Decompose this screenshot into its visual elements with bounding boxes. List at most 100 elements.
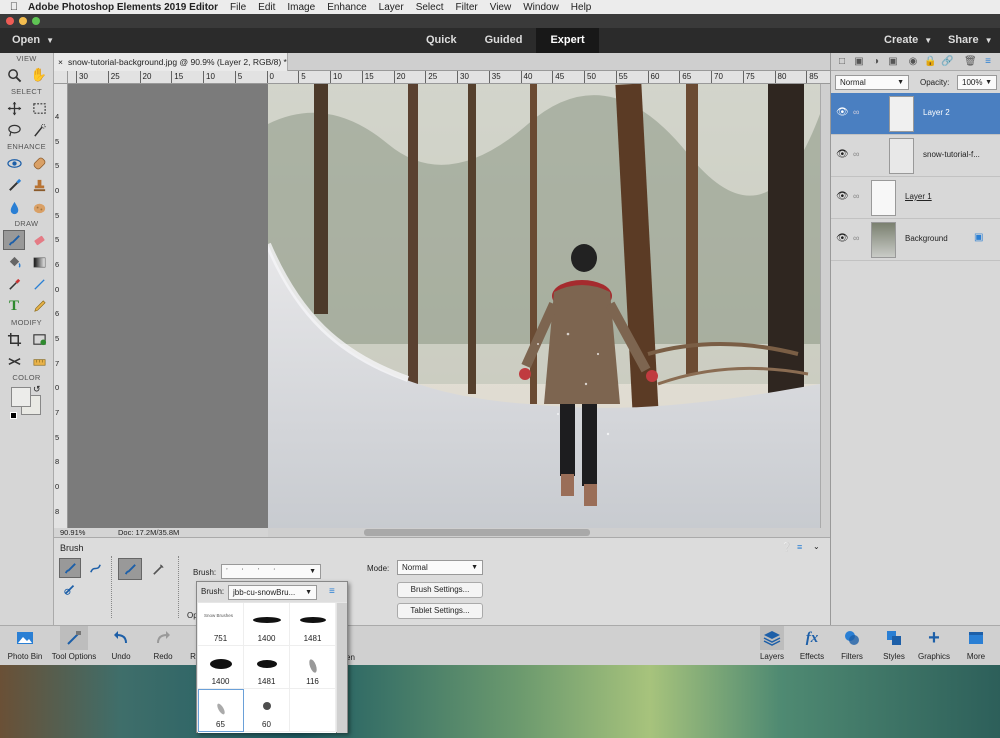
swap-colors-icon[interactable]: ↺: [33, 384, 41, 395]
visibility-eye-icon[interactable]: 👁: [836, 107, 849, 118]
horizontal-scrollbar[interactable]: [268, 528, 830, 537]
brush-tile-selected[interactable]: 65: [198, 689, 244, 732]
document-tab[interactable]: × snow-tutorial-background.jpg @ 90.9% (L…: [54, 53, 288, 71]
opacity-field[interactable]: 100% ▼: [957, 75, 997, 90]
brush-tile[interactable]: 1481: [290, 603, 336, 646]
eraser-tool-icon[interactable]: [28, 230, 50, 250]
visibility-eye-icon[interactable]: 👁: [836, 191, 849, 202]
photo-bin-button[interactable]: Photo Bin: [4, 626, 46, 666]
brush-mode-icon[interactable]: [59, 558, 81, 578]
line-shape-tool-icon[interactable]: [28, 274, 50, 294]
brush-tool-icon[interactable]: [3, 230, 25, 250]
tool-options-button[interactable]: Tool Options: [50, 626, 98, 666]
impressionist-brush-icon[interactable]: [84, 558, 106, 578]
horizontal-scroll-thumb[interactable]: [364, 529, 590, 536]
create-menu-button[interactable]: Create ▼: [884, 34, 932, 46]
brush-tile[interactable]: 60: [244, 689, 290, 732]
menu-edit[interactable]: Edit: [258, 2, 275, 13]
link-icon[interactable]: ∞: [853, 107, 859, 117]
close-tab-icon[interactable]: ×: [58, 57, 63, 67]
zoom-level-readout[interactable]: 90.91%: [60, 528, 85, 537]
minimize-window-button[interactable]: [19, 17, 27, 25]
collapse-panel-icon[interactable]: ⌄: [813, 542, 820, 551]
blur-tool-icon[interactable]: [3, 197, 25, 217]
new-layer-icon[interactable]: □: [836, 56, 848, 68]
tablet-settings-button[interactable]: Tablet Settings...: [397, 603, 483, 619]
undo-button[interactable]: Undo: [104, 626, 138, 666]
layers-menu-icon[interactable]: ≡: [982, 56, 994, 68]
link-icon[interactable]: ∞: [853, 233, 859, 243]
layer-blend-mode-dropdown[interactable]: Normal ▼: [835, 75, 909, 90]
lock-all-icon[interactable]: ◉: [907, 56, 919, 68]
menu-view[interactable]: View: [490, 2, 512, 13]
gradient-tool-icon[interactable]: [28, 252, 50, 272]
document-canvas[interactable]: [268, 84, 820, 528]
visibility-eye-icon[interactable]: 👁: [836, 149, 849, 160]
menu-select[interactable]: Select: [416, 2, 444, 13]
brush-tile[interactable]: 1400: [198, 646, 244, 689]
hand-tool-icon[interactable]: ✋: [28, 65, 50, 85]
menu-file[interactable]: File: [230, 2, 246, 13]
redo-button[interactable]: Redo: [146, 626, 180, 666]
zoom-window-button[interactable]: [32, 17, 40, 25]
mode-guided-tab[interactable]: Guided: [471, 28, 537, 53]
brush-settings-button[interactable]: Brush Settings...: [397, 582, 483, 598]
layer-mask-icon[interactable]: ▣: [887, 56, 899, 68]
menu-image[interactable]: Image: [287, 2, 315, 13]
layers-button[interactable]: Layers: [754, 626, 790, 666]
mode-quick-tab[interactable]: Quick: [412, 28, 471, 53]
straighten-tool-icon[interactable]: [28, 351, 50, 371]
blend-mode-dropdown[interactable]: Normal ▼: [397, 560, 483, 575]
new-group-icon[interactable]: ▣: [853, 56, 865, 68]
content-aware-move-tool-icon[interactable]: [3, 351, 25, 371]
brush-set-dropdown[interactable]: jbb-cu-snowBru... ▼: [228, 585, 317, 600]
adjustment-layer-icon[interactable]: ◑: [870, 56, 882, 68]
help-icon[interactable]: ❔: [781, 542, 792, 553]
sponge-tool-icon[interactable]: [28, 197, 50, 217]
layer-row-background[interactable]: 👁 ∞ Background ▣: [831, 219, 1000, 261]
zoom-tool-icon[interactable]: [3, 65, 25, 85]
filters-button[interactable]: Filters: [834, 626, 870, 666]
link-layers-icon[interactable]: 🔗: [941, 56, 953, 68]
layer-row-snow-tutorial[interactable]: 👁 ∞ snow-tutorial-f...: [831, 135, 1000, 177]
graphics-button[interactable]: + Graphics: [914, 626, 954, 666]
brush-tile[interactable]: Snow Brushes 751: [198, 603, 244, 646]
foreground-color-swatch[interactable]: [11, 387, 31, 407]
brush-picker-menu-icon[interactable]: ≡: [329, 586, 335, 597]
lasso-tool-icon[interactable]: [3, 120, 25, 140]
apple-menu-icon[interactable]: : [0, 1, 28, 13]
lock-icon[interactable]: 🔒: [924, 56, 936, 68]
app-name-menu[interactable]: Adobe Photoshop Elements 2019 Editor: [28, 2, 218, 13]
share-menu-button[interactable]: Share ▼: [948, 34, 993, 46]
smart-brush-tool-icon[interactable]: [3, 175, 25, 195]
menu-layer[interactable]: Layer: [379, 2, 404, 13]
move-tool-icon[interactable]: [3, 98, 25, 118]
color-replacement-icon[interactable]: [59, 581, 81, 599]
styles-button[interactable]: Styles: [876, 626, 912, 666]
menu-enhance[interactable]: Enhance: [327, 2, 366, 13]
menu-filter[interactable]: Filter: [455, 2, 477, 13]
effects-button[interactable]: fx Effects: [794, 626, 830, 666]
quick-selection-tool-icon[interactable]: [28, 120, 50, 140]
link-icon[interactable]: ∞: [853, 149, 859, 159]
recompose-tool-icon[interactable]: [28, 329, 50, 349]
close-window-button[interactable]: [6, 17, 14, 25]
background-lock-icon[interactable]: ▣: [974, 232, 983, 243]
layer-row-layer-2[interactable]: 👁 ∞ Layer 2: [831, 93, 1000, 135]
marquee-tool-icon[interactable]: [28, 98, 50, 118]
spot-healing-tool-icon[interactable]: [28, 153, 50, 173]
brush-picker-scrollbar[interactable]: [337, 603, 347, 733]
brush-airbrush-off-icon[interactable]: [118, 558, 142, 580]
brush-tile[interactable]: 116: [290, 646, 336, 689]
delete-layer-icon[interactable]: 🗑: [964, 56, 977, 68]
pencil-tool-icon[interactable]: [28, 296, 50, 316]
type-tool-icon[interactable]: T: [3, 296, 25, 316]
airbrush-icon[interactable]: [146, 558, 170, 580]
default-colors-icon[interactable]: [10, 412, 17, 419]
mode-expert-tab[interactable]: Expert: [536, 28, 599, 53]
more-button[interactable]: More: [958, 626, 994, 666]
eyedropper-tool-icon[interactable]: [3, 274, 25, 294]
panel-menu-icon[interactable]: ≡: [797, 542, 802, 552]
paint-bucket-tool-icon[interactable]: [3, 252, 25, 272]
brush-preset-dropdown[interactable]: ’ ‘ ’ ‘▼: [221, 564, 321, 579]
